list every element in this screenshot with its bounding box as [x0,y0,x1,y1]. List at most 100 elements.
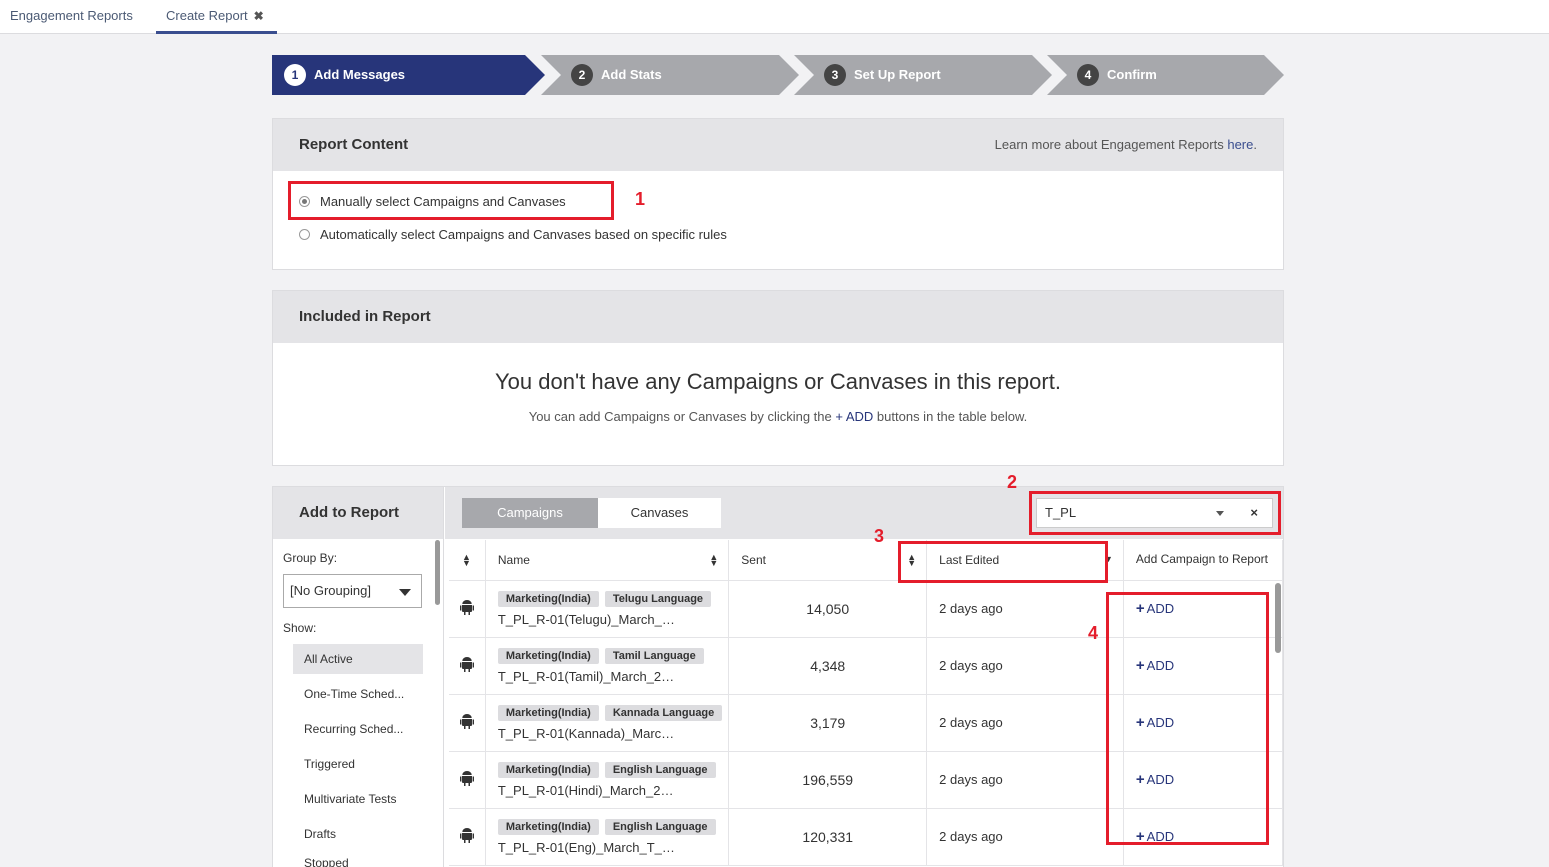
col-header-add: Add Campaign to Report [1123,540,1284,581]
sent-count: 120,331 [728,808,928,866]
annotation-box-4 [1106,592,1269,845]
show-item-recurring[interactable]: Recurring Sched... [293,714,423,744]
show-item-one-time[interactable]: One-Time Sched... [293,679,423,709]
campaign-name-cell[interactable]: Marketing(India) Telugu Language T_PL_R-01… [485,580,730,638]
language-tag: Kannada Language [604,705,723,721]
campaign-name[interactable]: T_PL_R-01(Kannada)_March_2024 [498,726,678,741]
campaign-name-cell[interactable]: Marketing(India) Kannada Language T_PL_R-0… [485,694,730,752]
language-tag: Telugu Language [604,591,712,607]
step-number: 1 [284,64,306,86]
learn-more-text: Learn more about Engagement Reports here… [995,119,1257,171]
android-icon [449,751,486,809]
report-content-header: Report Content Learn more about Engageme… [273,119,1283,171]
sent-count: 14,050 [728,580,928,638]
tab-engagement-reports[interactable]: Engagement Reports [0,0,143,34]
col-sent-label: Sent [741,552,766,567]
language-tag: English Language [604,762,716,778]
chevron-down-icon [399,589,411,596]
step-number: 3 [824,64,846,86]
campaign-name[interactable]: T_PL_R-01(Tamil)_March_2024 [498,669,678,684]
team-tag: Marketing(India) [497,705,599,721]
annotation-number-1: 1 [635,189,646,209]
team-tag: Marketing(India) [497,819,599,835]
col-header-platform[interactable]: ▲ ▼ [449,540,486,581]
last-edited: 2 days ago [926,637,1124,695]
campaign-name-cell[interactable]: Marketing(India) Tamil Language T_PL_R-01(… [485,637,730,695]
close-icon[interactable]: ✖ [254,9,264,23]
team-tag: Marketing(India) [497,648,599,664]
sidebar-scrollbar[interactable] [435,540,440,605]
step-number: 4 [1077,64,1099,86]
empty-state-subtitle: You can add Campaigns or Canvases by cli… [273,409,1283,424]
panel-title: Included in Report [299,308,431,325]
step-label: Add Messages [314,67,406,82]
sort-icon[interactable]: ▲ ▼ [709,553,718,568]
campaign-name-cell[interactable]: Marketing(India) English Language T_PL_R-0… [485,808,730,866]
android-icon [449,580,486,638]
group-by-value: [No Grouping] [290,583,371,598]
tab-create-report[interactable]: Create Report ✖ [156,0,277,34]
show-item-multivariate[interactable]: Multivariate Tests [293,784,423,814]
learn-more-link[interactable]: here [1227,137,1253,152]
step-label: Set Up Report [854,67,941,82]
last-edited: 2 days ago [926,694,1124,752]
campaign-name-cell[interactable]: Marketing(India) English Language T_PL_R-0… [485,751,730,809]
sent-count: 3,179 [728,694,928,752]
step-label: Confirm [1107,67,1157,82]
tab-canvases[interactable]: Canvases [598,498,721,528]
top-tab-bar: Engagement Reports Create Report ✖ [0,0,1549,34]
campaign-name[interactable]: T_PL_R-01(Eng)_March_T_2024 [498,840,678,855]
team-tag: Marketing(India) [497,762,599,778]
annotation-number-3: 3 [874,526,885,546]
empty-sub-add: + ADD [835,409,874,424]
show-item-triggered[interactable]: Triggered [293,749,423,779]
step-add-messages[interactable]: 1 Add Messages [272,55,545,95]
step-confirm[interactable]: 4 Confirm [1047,55,1284,95]
campaign-name[interactable]: T_PL_R-01(Hindi)_March_2024 [498,783,678,798]
show-item-all-active[interactable]: All Active [293,644,423,674]
empty-state-title: You don't have any Campaigns or Canvases… [495,369,1061,394]
android-icon [449,637,486,695]
sent-count: 196,559 [728,751,928,809]
empty-sub-after: buttons in the table below. [873,409,1028,424]
show-item-drafts[interactable]: Drafts [293,819,423,849]
radio-auto-select[interactable]: Automatically select Campaigns and Canva… [299,227,727,242]
included-in-report-panel: Included in Report You don't have any Ca… [272,290,1284,466]
annotation-box-2 [1029,491,1281,535]
android-icon [449,694,486,752]
panel-title: Report Content [299,136,409,153]
filter-sidebar: Add to Report Group By: [No Grouping] Sh… [273,487,444,867]
annotation-number-4: 4 [1088,623,1099,643]
group-by-label: Group By: [283,551,338,565]
show-item-stopped[interactable]: Stopped [293,851,423,867]
step-add-stats[interactable]: 2 Add Stats [541,55,799,95]
last-edited: 2 days ago [926,808,1124,866]
radio-button[interactable] [299,229,310,240]
campaign-name[interactable]: T_PL_R-01(Telugu)_March_2024 [498,612,678,627]
included-header: Included in Report [273,291,1283,343]
team-tag: Marketing(India) [497,591,599,607]
sent-count: 4,348 [728,637,928,695]
add-to-report-title: Add to Report [273,487,443,539]
step-set-up-report[interactable]: 3 Set Up Report [794,55,1052,95]
wizard-stepper: 2 Add Stats 3 Set Up Report 4 Confirm 1 … [272,55,1284,95]
col-header-name[interactable]: Name ▲ ▼ [485,540,730,581]
col-header-sent[interactable]: Sent ▲ ▼ [728,540,928,581]
sort-icon[interactable]: ▲ ▼ [462,553,471,568]
annotation-box-1 [288,181,614,220]
annotation-box-3 [898,541,1108,583]
tab-create-report-label: Create Report [166,8,248,23]
group-by-select[interactable]: [No Grouping] [283,574,422,608]
step-label: Add Stats [601,67,662,82]
learn-more-end: . [1253,137,1257,152]
annotation-number-2: 2 [1007,472,1018,492]
table-header-row: ▲ ▼ Name ▲ ▼ Sent ▲ ▼ Last Edited ▼ Add Campai… [449,540,1284,581]
table-scrollbar[interactable] [1275,583,1281,653]
col-name-label: Name [497,552,530,567]
empty-sub-before: You can add Campaigns or Canvases by cli… [528,409,836,424]
step-number: 2 [571,64,593,86]
show-label: Show: [283,621,317,635]
tab-campaigns[interactable]: Campaigns [462,498,598,528]
last-edited: 2 days ago [926,751,1124,809]
radio-label: Automatically select Campaigns and Canva… [320,227,727,242]
